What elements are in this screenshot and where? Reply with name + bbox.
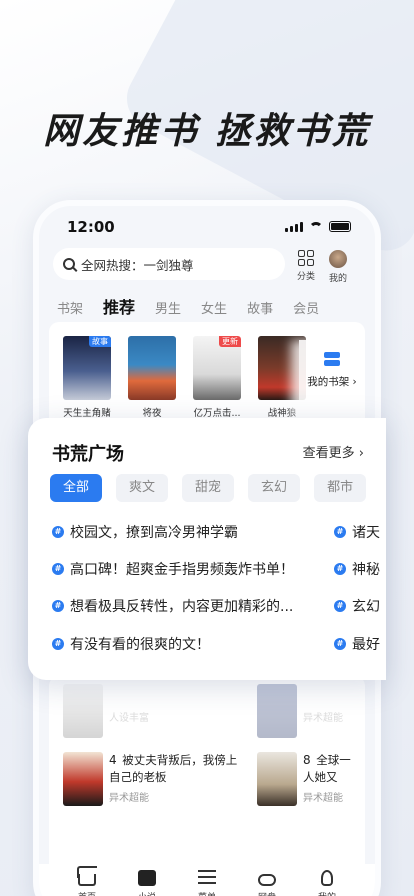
user-icon xyxy=(321,870,333,886)
update-badge: 更新 xyxy=(219,336,241,347)
list-item[interactable]: 8 全球一人她又 异术超能 xyxy=(257,752,359,807)
book-genre: 异术超能 xyxy=(303,713,343,724)
shelf-book[interactable]: 更新 亿万点击... xyxy=(193,336,241,419)
book-title: 被丈夫背叛后，我傍上自己的老板 xyxy=(109,753,238,784)
topic-text: 最好 xyxy=(352,637,380,653)
list-item[interactable]: 人设丰富 xyxy=(63,684,149,738)
topic-text: 校园文，撩到高冷男神学霸 xyxy=(70,525,238,541)
search-bar[interactable]: 全网热搜：一剑独尊 xyxy=(53,248,285,280)
avatar xyxy=(329,250,347,268)
status-bar: 12:00 xyxy=(39,218,375,238)
topic-item[interactable]: # 校园文，撩到高冷男神学霸 xyxy=(52,522,238,542)
wifi-icon xyxy=(309,221,323,232)
book-genre: 异术超能 xyxy=(303,793,343,804)
tab-shelf[interactable]: 书架 xyxy=(57,298,83,317)
hashtag-icon: # xyxy=(52,638,64,650)
menu-icon xyxy=(198,870,216,886)
category-label: 分类 xyxy=(297,272,316,282)
chip-all[interactable]: 全部 xyxy=(50,474,103,502)
category-button[interactable]: 分类 xyxy=(297,250,315,282)
search-icon xyxy=(63,258,75,270)
book-title: 将夜 xyxy=(142,408,162,419)
book-title: 亿万点击... xyxy=(193,408,241,419)
book-cover: 故事 xyxy=(63,336,111,400)
hashtag-icon: # xyxy=(334,526,346,538)
chip-urban[interactable]: 都市 xyxy=(314,474,367,502)
hashtag-icon: # xyxy=(334,638,346,650)
book-genre: 异术超能 xyxy=(109,793,149,804)
tab-vip[interactable]: 会员 xyxy=(293,298,319,317)
topic-item[interactable]: # 高口碑！超爽金手指男频轰炸书单！ xyxy=(52,559,294,579)
book-cover xyxy=(63,684,103,738)
topic-text: 想看极具反转性，内容更加精彩的... xyxy=(70,599,294,615)
book-genre: 人设丰富 xyxy=(109,713,149,724)
tab-female[interactable]: 女生 xyxy=(201,298,227,317)
home-icon xyxy=(78,874,96,886)
grid-icon xyxy=(298,250,314,266)
rank-number: 8 xyxy=(303,753,311,767)
topic-item[interactable]: # 神秘 xyxy=(334,559,380,579)
bookshelf-card: 故事 天生主角赌 将夜 更新 亿万点击... 战神狼 我的书架 › xyxy=(49,322,365,432)
search-hint: 全网热搜：一剑独尊 xyxy=(81,257,194,273)
novel-icon xyxy=(138,870,156,886)
topic-text: 诸天 xyxy=(352,525,380,541)
topic-item[interactable]: # 有没有看的很爽的文！ xyxy=(52,634,210,654)
topic-text: 玄幻 xyxy=(352,599,380,615)
book-square-panel: 书荒广场 查看更多 › 全部 爽文 甜宠 玄幻 都市 # 校园文，撩到高冷男神学… xyxy=(28,418,386,680)
profile-label: 我的 xyxy=(329,274,348,284)
chip-fantasy[interactable]: 玄幻 xyxy=(248,474,301,502)
ranking-card: 人设丰富 异术超能 4 被丈夫背叛后，我傍上自己的老板 异术超能 8 全球一人她… xyxy=(49,676,365,876)
book-cover xyxy=(257,752,297,806)
rank-number: 4 xyxy=(109,753,117,767)
signal-icon xyxy=(285,221,303,232)
topic-item[interactable]: # 想看极具反转性，内容更加精彩的... xyxy=(52,596,293,616)
nav-cloud[interactable]: 网盘 xyxy=(247,870,287,896)
hashtag-icon: # xyxy=(334,563,346,575)
list-item[interactable]: 4 被丈夫背叛后，我傍上自己的老板 异术超能 xyxy=(63,752,241,807)
bottom-navigation: 首页 小说 菜单 网盘 我的 xyxy=(39,864,375,896)
channel-tabs: 书架 推荐 男生 女生 故事 会员 xyxy=(57,294,319,318)
see-more-link[interactable]: 查看更多 › xyxy=(303,442,364,461)
book-cover xyxy=(63,752,103,806)
profile-button[interactable]: 我的 xyxy=(329,250,347,284)
book-tag: 故事 xyxy=(89,336,111,347)
cloud-icon xyxy=(258,874,276,886)
shelf-book[interactable]: 将夜 xyxy=(128,336,176,419)
book-cover: 更新 xyxy=(193,336,241,400)
battery-icon xyxy=(329,221,351,232)
my-bookshelf-label: 我的书架 › xyxy=(307,376,357,388)
my-bookshelf-button[interactable]: 我的书架 › xyxy=(299,340,365,416)
bookshelf-icon xyxy=(324,352,340,366)
nav-menu[interactable]: 菜单 xyxy=(187,870,227,896)
nav-me[interactable]: 我的 xyxy=(307,870,347,896)
chip-cool[interactable]: 爽文 xyxy=(116,474,169,502)
shelf-book[interactable]: 故事 天生主角赌 xyxy=(63,336,111,419)
genre-chips: 全部 爽文 甜宠 玄幻 都市 xyxy=(50,474,367,502)
book-cover xyxy=(257,684,297,738)
hashtag-icon: # xyxy=(52,526,64,538)
topic-item[interactable]: # 诸天 xyxy=(334,522,380,542)
topic-item[interactable]: # 最好 xyxy=(334,634,380,654)
book-cover xyxy=(128,336,176,400)
tab-recommend[interactable]: 推荐 xyxy=(103,294,135,318)
panel-title: 书荒广场 xyxy=(52,444,124,465)
book-title: 天生主角赌 xyxy=(63,408,111,419)
promo-headline: 网友推书 拯救书荒 xyxy=(43,111,371,152)
topic-item[interactable]: # 玄幻 xyxy=(334,596,380,616)
tab-story[interactable]: 故事 xyxy=(247,298,273,317)
tab-male[interactable]: 男生 xyxy=(155,298,181,317)
hashtag-icon: # xyxy=(334,600,346,612)
nav-novel[interactable]: 小说 xyxy=(127,870,167,896)
status-time: 12:00 xyxy=(67,218,115,236)
hashtag-icon: # xyxy=(52,563,64,575)
nav-home[interactable]: 首页 xyxy=(67,870,107,896)
topic-text: 神秘 xyxy=(352,562,380,578)
list-item[interactable]: 异术超能 xyxy=(257,684,343,738)
topic-text: 有没有看的很爽的文！ xyxy=(70,637,210,653)
hashtag-icon: # xyxy=(52,600,64,612)
topic-text: 高口碑！超爽金手指男频轰炸书单！ xyxy=(70,562,294,578)
chip-sweet[interactable]: 甜宠 xyxy=(182,474,235,502)
